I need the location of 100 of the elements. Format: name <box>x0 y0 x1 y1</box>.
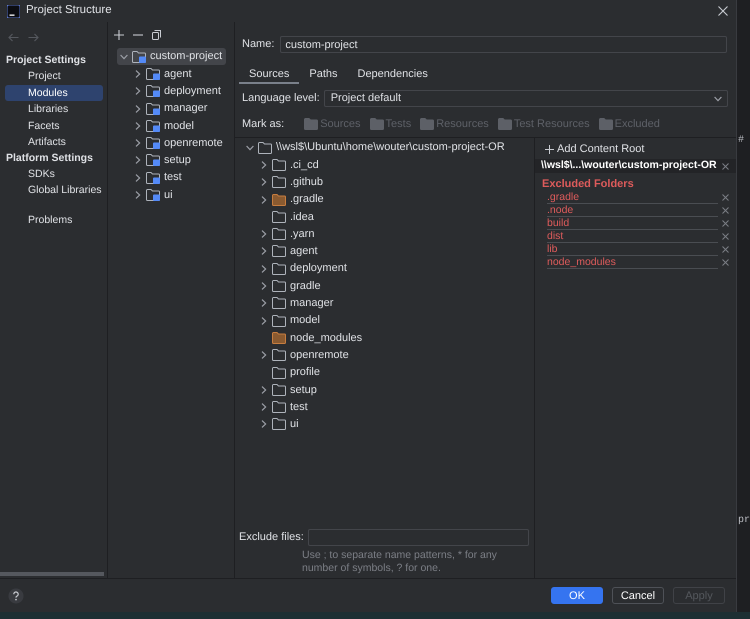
add-icon <box>545 145 554 154</box>
module-folder-icon <box>146 85 160 98</box>
tree-item[interactable]: .ci_cd <box>246 156 534 174</box>
tree-item[interactable]: .idea <box>246 208 534 226</box>
sidebar-item[interactable]: Modules <box>5 84 103 101</box>
tree-item[interactable]: model <box>117 117 226 134</box>
excluded-folder: lib <box>547 243 718 256</box>
dialog-button[interactable]: Cancel <box>612 587 664 604</box>
excluded-folder: dist <box>547 230 718 243</box>
tree-item[interactable]: agent <box>117 65 226 83</box>
section-heading: Platform Settings <box>5 150 94 166</box>
tree-item[interactable]: agent <box>246 242 534 260</box>
scrollbar[interactable] <box>0 572 104 576</box>
close-icon[interactable] <box>722 162 729 170</box>
chevron-right-icon[interactable] <box>260 386 268 394</box>
sidebar-item[interactable]: Global Libraries <box>5 182 103 198</box>
folder-icon <box>304 118 318 130</box>
field-label: Name: <box>242 37 274 52</box>
field-label: Mark as: <box>242 116 284 132</box>
module-folder-icon <box>146 137 160 150</box>
exclude-files-field[interactable] <box>308 529 529 546</box>
folder-icon <box>498 118 512 130</box>
chevron-right-icon[interactable] <box>260 316 268 325</box>
chevron-right-icon[interactable] <box>134 191 142 200</box>
tab[interactable]: Paths <box>299 66 348 84</box>
chevron-right-icon[interactable] <box>260 160 268 169</box>
folder-icon <box>370 118 384 130</box>
chevron-down-icon[interactable] <box>120 52 128 61</box>
module-folder-icon <box>146 172 160 184</box>
tree-item[interactable]: test <box>246 398 534 416</box>
module-folder-icon <box>146 68 160 80</box>
module-folder-icon <box>146 120 160 132</box>
chevron-right-icon[interactable] <box>134 122 142 130</box>
tree-item[interactable]: openremote <box>117 134 226 152</box>
folder-icon <box>258 142 272 154</box>
code-text: pr <box>736 514 750 528</box>
chevron-right-icon[interactable] <box>134 139 142 148</box>
language-level-dropdown[interactable]: Project default <box>324 90 728 107</box>
window-title: Project Structure <box>26 3 112 18</box>
help-icon[interactable] <box>8 588 24 604</box>
tree-item[interactable]: custom-project <box>117 48 226 66</box>
tree-item[interactable]: \\wsl$\Ubuntu\home\wouter\custom-project-OR <box>246 139 534 156</box>
tree-item[interactable]: profile <box>246 364 534 382</box>
excluded-folder: build <box>547 217 718 230</box>
excluded-folder: .node <box>547 204 718 217</box>
tree-item[interactable]: .gradle <box>246 190 534 208</box>
tree-item[interactable]: ui <box>246 416 534 434</box>
add-content-root-button[interactable]: Add Content Root <box>545 142 644 157</box>
tree-item[interactable]: model <box>246 312 534 330</box>
chevron-right-icon[interactable] <box>260 351 268 360</box>
copy-icon[interactable] <box>152 30 161 40</box>
section-heading: Excluded Folders <box>541 177 634 191</box>
chevron-down-icon[interactable] <box>714 94 722 102</box>
tree-item[interactable]: setup <box>117 152 226 170</box>
dialog-button[interactable]: OK <box>550 587 603 604</box>
chevron-right-icon[interactable] <box>134 70 142 78</box>
tree-item[interactable]: manager <box>117 100 226 118</box>
chevron-right-icon[interactable] <box>134 174 142 182</box>
module-folder-icon <box>132 50 146 63</box>
tree-item[interactable]: manager <box>246 294 534 312</box>
tree-item[interactable]: .github <box>246 174 534 191</box>
module-folder-icon <box>146 189 160 202</box>
sidebar-item[interactable]: SDKs <box>5 166 103 182</box>
tree-item[interactable]: setup <box>246 381 534 398</box>
chevron-down-icon[interactable] <box>246 144 254 152</box>
name-field[interactable]: custom-project <box>280 36 727 53</box>
folder-icon <box>598 118 613 130</box>
sidebar-item[interactable]: Artifacts <box>5 134 103 150</box>
tree-item[interactable]: ui <box>117 186 226 204</box>
close-icon[interactable] <box>718 6 728 16</box>
field-label: Language level: <box>242 91 320 106</box>
tree-item[interactable]: deployment <box>117 82 226 100</box>
tree-item[interactable]: test <box>117 169 226 186</box>
chevron-right-icon[interactable] <box>260 196 268 204</box>
sidebar-item[interactable]: Project <box>5 68 103 84</box>
add-icon[interactable] <box>114 30 124 40</box>
chevron-right-icon[interactable] <box>260 178 268 186</box>
tree-item[interactable]: gradle <box>246 277 534 295</box>
chevron-right-icon[interactable] <box>260 264 268 273</box>
tree-item[interactable]: deployment <box>246 260 534 278</box>
module-folder-icon <box>146 102 160 115</box>
content-root-row[interactable]: \\wsl$\...\wouter\custom-project-OR <box>535 159 736 173</box>
tree-item[interactable]: node_modules <box>246 329 534 347</box>
section-heading: Project Settings <box>5 53 87 68</box>
tab[interactable]: Sources <box>239 66 300 84</box>
chevron-right-icon[interactable] <box>134 87 142 96</box>
chevron-right-icon[interactable] <box>134 104 142 113</box>
sidebar-item[interactable]: Facets <box>5 118 103 134</box>
excluded-folder: .gradle <box>547 191 718 204</box>
app-logo-icon <box>7 4 20 18</box>
field-label: Exclude files: <box>239 530 304 546</box>
excluded-folder: node_modules <box>547 256 718 269</box>
chevron-right-icon[interactable] <box>134 156 142 164</box>
tree-item[interactable]: .yarn <box>246 225 534 243</box>
sidebar-item[interactable]: Problems <box>5 212 103 228</box>
tab[interactable]: Dependencies <box>348 66 438 84</box>
tree-item[interactable]: openremote <box>246 346 534 364</box>
sidebar-item[interactable]: Libraries <box>5 101 103 118</box>
code-text: # <box>736 134 745 148</box>
folder-icon <box>420 118 434 130</box>
